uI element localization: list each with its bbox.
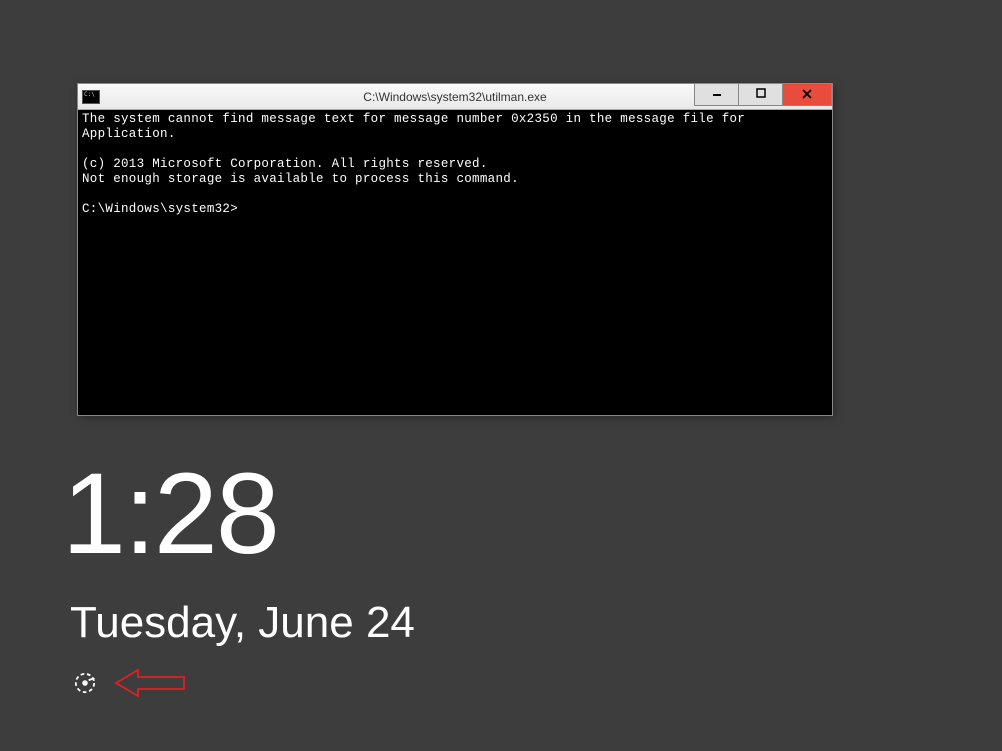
console-line: Not enough storage is available to proce… [82, 172, 519, 186]
titlebar[interactable]: C:\ C:\Windows\system32\utilman.exe [78, 84, 832, 110]
command-prompt-window[interactable]: C:\ C:\Windows\system32\utilman.exe The … [77, 83, 833, 416]
window-controls [694, 84, 832, 106]
ease-of-access-button[interactable] [74, 672, 96, 694]
cmd-icon-label: C:\ [84, 92, 95, 98]
minimize-icon [712, 88, 722, 101]
minimize-button[interactable] [694, 84, 738, 106]
close-icon [801, 87, 813, 103]
window-title: C:\Windows\system32\utilman.exe [363, 90, 546, 104]
ease-of-access-icon [74, 672, 96, 694]
console-output[interactable]: The system cannot find message text for … [78, 110, 832, 415]
lockscreen-time: 1:28 [62, 448, 278, 580]
close-button[interactable] [782, 84, 832, 106]
maximize-icon [756, 88, 766, 101]
arrow-left-icon [114, 667, 188, 699]
console-prompt: C:\Windows\system32> [82, 202, 238, 216]
console-line: The system cannot find message text for … [82, 112, 753, 141]
maximize-button[interactable] [738, 84, 782, 106]
cmd-icon: C:\ [82, 90, 100, 104]
lockscreen-date: Tuesday, June 24 [70, 598, 415, 648]
console-line: (c) 2013 Microsoft Corporation. All righ… [82, 157, 488, 171]
arrow-annotation [114, 667, 188, 699]
